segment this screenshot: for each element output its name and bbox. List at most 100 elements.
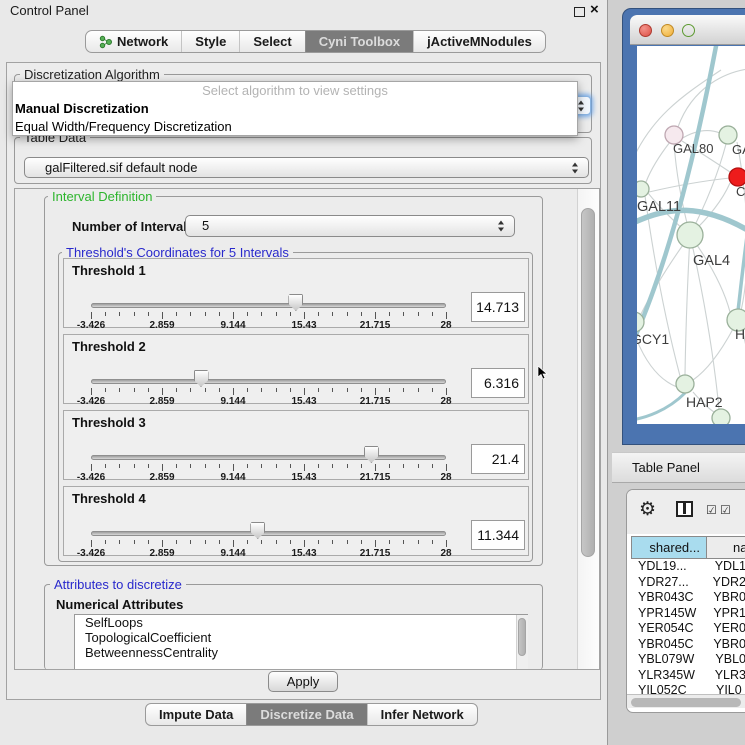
tab-network[interactable]: Network	[86, 31, 181, 52]
threshold-label: Threshold 2	[72, 339, 146, 354]
attribute-list-item[interactable]: SelfLoops	[75, 615, 527, 630]
column-header-shared[interactable]: shared...	[631, 536, 707, 559]
table-row[interactable]: YDL19...YDL1	[631, 559, 745, 575]
main-scrollbar-thumb[interactable]	[581, 208, 595, 557]
table-row[interactable]: YBR045CYBR0	[631, 637, 745, 653]
table-row[interactable]: YPR145WYPR1	[631, 606, 745, 622]
apply-button[interactable]: Apply	[268, 671, 338, 692]
checkbox-select-all-icon[interactable]: ☑	[720, 503, 731, 517]
threshold-slider-thumb[interactable]	[288, 294, 303, 311]
table-row[interactable]: YDR27...YDR2	[631, 575, 745, 591]
threshold-slider-track[interactable]	[91, 303, 446, 308]
cell-name[interactable]: YBR0	[704, 590, 745, 606]
threshold-label: Threshold 1	[72, 263, 146, 278]
slider-tick-label: 28	[421, 396, 471, 407]
attribute-list-item[interactable]: BetweennessCentrality	[75, 645, 527, 660]
cell-shared-name[interactable]: YDL19...	[631, 559, 706, 575]
num-intervals-combo[interactable]: 5	[185, 215, 515, 237]
tab-select[interactable]: Select	[239, 31, 304, 52]
table-row[interactable]: YBL079WYBL0	[631, 652, 745, 668]
table-row[interactable]: YIL052CYIL0	[631, 683, 745, 694]
threshold-value-field[interactable]: 21.4	[471, 444, 525, 474]
tab-infer-network[interactable]: Infer Network	[367, 704, 477, 725]
attributes-scrollbar-thumb[interactable]	[518, 618, 526, 656]
cell-shared-name[interactable]: YIL052C	[631, 683, 707, 694]
cell-name[interactable]: YDL1	[706, 559, 745, 575]
cell-shared-name[interactable]: YBR043C	[631, 590, 704, 606]
threshold-slider-thumb[interactable]	[194, 370, 209, 387]
cell-name[interactable]: YPR1	[704, 606, 745, 622]
slider-tick-label: -3.426	[66, 472, 116, 483]
table-toolbar: ⚙ ☑ ☑	[627, 490, 745, 534]
threshold-slider-track[interactable]	[91, 379, 446, 384]
slider-tick-label: -3.426	[66, 548, 116, 559]
network-node[interactable]	[676, 375, 694, 393]
close-traffic-light-icon[interactable]	[639, 24, 652, 37]
columns-icon[interactable]	[676, 501, 693, 517]
threshold-slider-track[interactable]	[91, 531, 446, 536]
algorithm-dropdown-popup: Select algorithm to view settings Manual…	[12, 81, 578, 136]
tab-style[interactable]: Style	[181, 31, 239, 52]
column-header-name[interactable]: na	[707, 536, 745, 559]
cell-shared-name[interactable]: YDR27...	[631, 575, 704, 591]
slider-tick-label: 28	[421, 472, 471, 483]
algorithm-option-equal-width[interactable]: Equal Width/Frequency Discretization	[13, 118, 577, 136]
checkbox-select-icon[interactable]: ☑	[706, 503, 717, 517]
cell-shared-name[interactable]: YLR345W	[631, 668, 706, 684]
network-node[interactable]	[712, 409, 730, 424]
threshold-value-field[interactable]: 6.316	[471, 368, 525, 398]
tab-label: jActiveMNodules	[427, 31, 532, 52]
table-hscrollbar-track[interactable]	[627, 694, 745, 708]
slider-tick-label: 21.715	[350, 320, 400, 331]
slider-ticks	[91, 540, 447, 548]
attribute-list-item[interactable]: TopologicalCoefficient	[75, 630, 527, 645]
gear-icon[interactable]: ⚙	[639, 498, 656, 521]
node-label: GA	[732, 142, 745, 157]
threshold-value-field[interactable]: 14.713	[471, 292, 525, 322]
float-window-icon[interactable]	[574, 7, 585, 17]
cell-shared-name[interactable]: YBR045C	[631, 637, 704, 653]
numerical-attributes-list[interactable]: SelfLoopsTopologicalCoefficientBetweenne…	[74, 614, 528, 669]
slider-tick-label: 9.144	[208, 396, 258, 407]
table-row[interactable]: YER054CYER0	[631, 621, 745, 637]
cell-name[interactable]: YLR3	[706, 668, 745, 684]
table-row[interactable]: YLR345WYLR3	[631, 668, 745, 684]
cell-name[interactable]: YBR0	[704, 637, 745, 653]
cell-name[interactable]: YBL0	[706, 652, 745, 668]
cell-name[interactable]: YER0	[704, 621, 745, 637]
cell-shared-name[interactable]: YER054C	[631, 621, 704, 637]
network-node[interactable]	[677, 222, 703, 248]
threshold-value-field[interactable]: 11.344	[471, 520, 525, 550]
algorithm-option-manual[interactable]: Manual Discretization	[13, 100, 577, 118]
slider-ticks	[91, 464, 447, 472]
window-title: Control Panel	[10, 3, 89, 18]
threshold-row-1: Threshold 1-3.4262.8599.14415.4321.71528…	[63, 258, 529, 328]
node-label: H	[735, 326, 745, 342]
network-window-titlebar[interactable]	[630, 15, 745, 45]
cell-name[interactable]: YDR2	[704, 575, 745, 591]
tab-label: Discretize Data	[260, 704, 353, 725]
close-icon[interactable]: ×	[590, 1, 599, 18]
cell-shared-name[interactable]: YPR145W	[631, 606, 704, 622]
threshold-slider-thumb[interactable]	[364, 446, 379, 463]
tab-jactivemnodules[interactable]: jActiveMNodules	[413, 31, 545, 52]
minimize-traffic-light-icon[interactable]	[661, 24, 674, 37]
node-label: GAL80	[673, 141, 713, 156]
network-canvas[interactable]: GAL80GACGAL11GAL4GCY1HHAP2	[637, 46, 745, 424]
tab-impute-data[interactable]: Impute Data	[146, 704, 246, 725]
threshold-slider-track[interactable]	[91, 455, 446, 460]
slider-tick-label: 9.144	[208, 320, 258, 331]
network-node[interactable]	[637, 181, 649, 197]
zoom-traffic-light-icon[interactable]	[682, 24, 695, 37]
table-row[interactable]: YBR043CYBR0	[631, 590, 745, 606]
tab-discretize-data[interactable]: Discretize Data	[246, 704, 366, 725]
tab-label: Impute Data	[159, 704, 233, 725]
table-hscrollbar-thumb[interactable]	[631, 698, 741, 707]
table-data-combo[interactable]: galFiltered.sif default node	[24, 157, 589, 178]
tab-label: Network	[117, 31, 168, 52]
cell-name[interactable]: YIL0	[707, 683, 742, 694]
table-panel-window: ⚙ ☑ ☑ shared... na YDL19...YDL1YDR27...Y…	[626, 489, 745, 713]
threshold-slider-thumb[interactable]	[250, 522, 265, 539]
tab-cyni-toolbox[interactable]: Cyni Toolbox	[305, 31, 413, 52]
cell-shared-name[interactable]: YBL079W	[631, 652, 706, 668]
